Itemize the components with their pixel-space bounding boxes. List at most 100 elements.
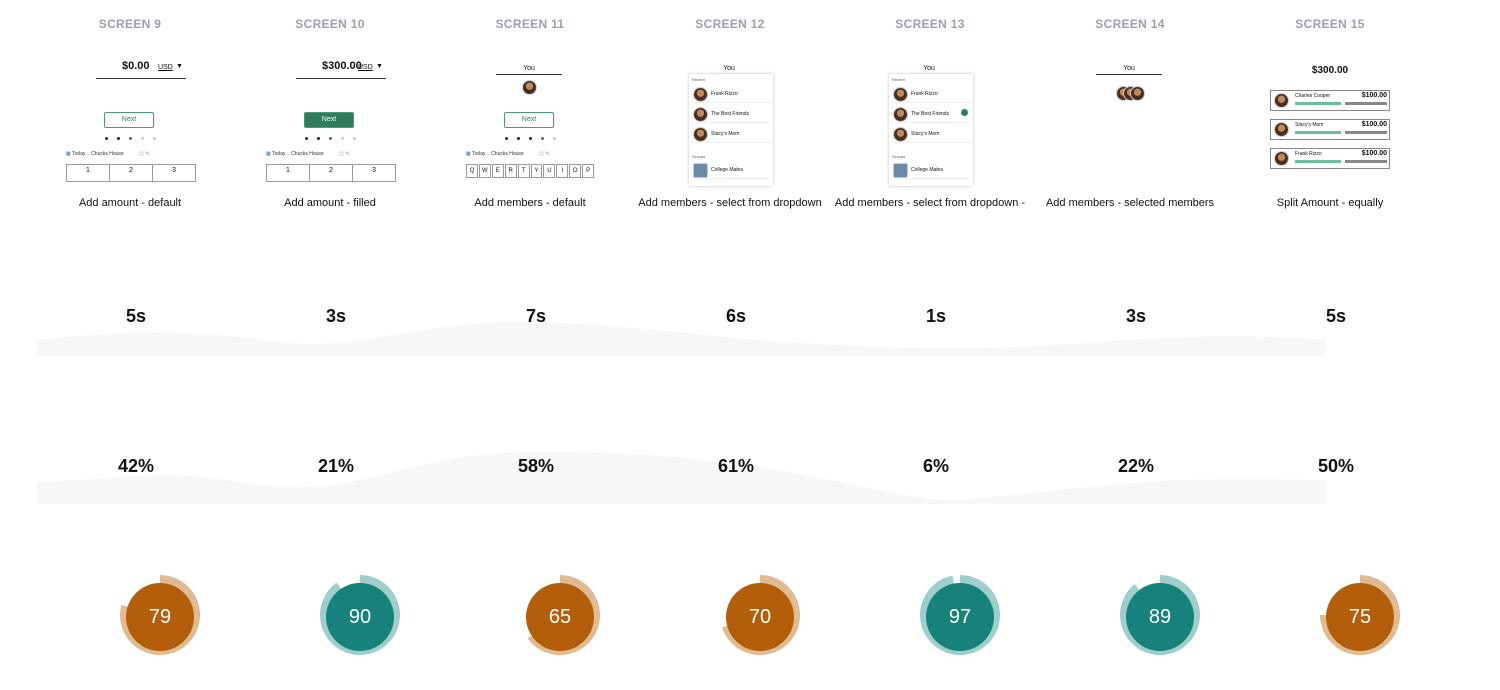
dropdown-row[interactable]: College Mates	[691, 162, 771, 179]
key[interactable]: 1	[67, 165, 110, 181]
member-name: Stacy's Mom	[711, 131, 740, 137]
group-label[interactable]: Chucks House	[291, 151, 324, 157]
score-value: 75	[1348, 606, 1372, 628]
dropdown-row[interactable]: College Mates	[891, 162, 971, 179]
screen-column: SCREEN 10 $300.00 USD ▼ Next ▦ Today ⌂ Chucks…	[230, 0, 430, 690]
avatar	[693, 127, 708, 142]
edit-icon[interactable]: ✎	[344, 151, 349, 157]
screen-caption: Add members - select from dropdown -	[834, 197, 1026, 209]
you-dropdown[interactable]: You	[1096, 64, 1162, 75]
split-slider[interactable]	[1295, 102, 1341, 105]
error-rate: 6%	[922, 456, 949, 476]
avatar	[693, 107, 708, 122]
currency-select[interactable]: USD	[358, 64, 373, 71]
error-rate: 58%	[517, 456, 555, 476]
dropdown-row[interactable]: Frank Rizzo	[691, 86, 771, 103]
screen-thumbnail: $300.00 USD ▼ Next ▦ Today ⌂ Chucks House ◫ …	[260, 40, 400, 190]
split-bar	[1345, 160, 1387, 163]
date-label[interactable]: Today	[72, 151, 85, 157]
key[interactable]: Q	[466, 164, 478, 178]
progress-dot	[305, 137, 308, 140]
key[interactable]: O	[569, 164, 582, 178]
time-on-task: 5s	[125, 306, 147, 326]
keyboard[interactable]: 123	[266, 164, 396, 182]
key[interactable]: E	[491, 164, 504, 178]
key[interactable]: I	[556, 164, 569, 178]
toolbar: ▦ Today ⌂ Chucks House ◫ ✎	[266, 151, 396, 157]
date-label[interactable]: Today	[272, 151, 285, 157]
split-row[interactable]: Charles Cooper $100.00	[1270, 90, 1390, 111]
score-gauge: 97	[915, 570, 1005, 660]
avatar	[1274, 151, 1289, 166]
group-label[interactable]: Chucks House	[491, 151, 524, 157]
key[interactable]: W	[478, 164, 491, 178]
key[interactable]: Y	[530, 164, 543, 178]
split-slider[interactable]	[1295, 160, 1341, 163]
currency-select[interactable]: USD	[158, 64, 173, 71]
split-row[interactable]: Stacy's Mom $100.00	[1270, 119, 1390, 140]
split-amount[interactable]: $100.00	[1345, 121, 1387, 128]
score-value: 90	[348, 606, 372, 628]
toolbar: ▦ Today ⌂ Chucks House ◫ ✎	[466, 151, 596, 157]
score-value: 65	[548, 606, 572, 628]
score-value: 89	[1148, 606, 1172, 628]
key[interactable]: U	[543, 164, 556, 178]
amount-field[interactable]: $300.00 USD ▼	[296, 60, 386, 79]
groups-heading: Groups	[892, 154, 906, 159]
dropdown-row[interactable]: Frank Rizzo	[891, 86, 971, 103]
key[interactable]: 2	[110, 165, 153, 181]
dropdown-row[interactable]: Stacy's Mom	[691, 126, 771, 143]
progress-dot	[353, 137, 356, 140]
you-dropdown[interactable]: You	[496, 64, 562, 75]
key[interactable]: T	[517, 164, 530, 178]
key[interactable]: 3	[353, 165, 395, 181]
member-name: Frank Rizzo	[711, 91, 738, 97]
split-amount[interactable]: $100.00	[1345, 92, 1387, 99]
screen-caption: Add members - selected members	[1045, 197, 1215, 209]
next-button[interactable]: Next	[304, 112, 354, 128]
amount-field[interactable]: $0.00 USD ▼	[96, 60, 186, 79]
screen-caption: Split Amount - equally	[1276, 197, 1384, 209]
score-gauge: 70	[715, 570, 805, 660]
progress-dot	[529, 137, 532, 140]
score-value: 97	[948, 606, 972, 628]
edit-icon[interactable]: ✎	[144, 151, 149, 157]
screen-label: SCREEN 12	[695, 17, 765, 31]
split-slider[interactable]	[1295, 131, 1341, 134]
key[interactable]: P	[582, 164, 595, 178]
screen-thumbnail: You Recent Frank Rizzo The Best Friends Stac…	[860, 40, 1000, 190]
split-amount[interactable]: $100.00	[1345, 150, 1387, 157]
next-button[interactable]: Next	[104, 112, 154, 128]
keyboard[interactable]: 123	[66, 164, 196, 182]
key[interactable]: 2	[310, 165, 353, 181]
dropdown-row[interactable]: The Best Friends	[891, 106, 971, 123]
screen-column: SCREEN 13 You Recent Frank Rizzo The Best Fr…	[830, 0, 1030, 690]
group-label[interactable]: Chucks House	[91, 151, 124, 157]
screen-thumbnail: $0.00 USD ▼ Next ▦ Today ⌂ Chucks House ◫ ✎ 1…	[60, 40, 200, 190]
progress-dot	[317, 137, 320, 140]
avatar	[893, 107, 908, 122]
keyboard[interactable]: QWERTYUIOP	[466, 164, 595, 178]
error-rate: 61%	[717, 456, 755, 476]
dropdown-row[interactable]: The Best Friends	[691, 106, 771, 123]
time-on-task: 5s	[1325, 306, 1347, 326]
dropdown-row[interactable]: Stacy's Mom	[891, 126, 971, 143]
next-button[interactable]: Next	[504, 112, 554, 128]
error-rate: 50%	[1317, 456, 1355, 476]
avatar	[1274, 122, 1289, 137]
progress-dots	[305, 137, 356, 143]
member-name: Frank Rizzo	[911, 91, 938, 97]
key[interactable]: 3	[153, 165, 195, 181]
split-bar	[1345, 102, 1387, 105]
member-name: The Best Friends	[911, 111, 950, 117]
member-dropdown: Recent Frank Rizzo The Best Friends Stacy's…	[889, 74, 973, 186]
edit-icon[interactable]: ✎	[544, 151, 549, 157]
key[interactable]: 1	[267, 165, 310, 181]
split-row[interactable]: Frank Rizzo $100.00	[1270, 148, 1390, 169]
key[interactable]: R	[504, 164, 517, 178]
date-label[interactable]: Today	[472, 151, 485, 157]
screen-thumbnail: $300.00 Charles Cooper $100.00 Stacy's Mom $…	[1260, 40, 1400, 190]
score-gauge: 65	[515, 570, 605, 660]
progress-dot	[141, 137, 144, 140]
progress-dot	[105, 137, 108, 140]
